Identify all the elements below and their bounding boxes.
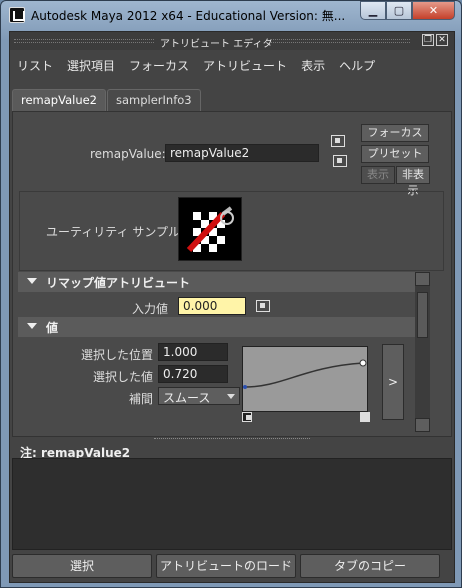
menu-list[interactable]: リスト — [10, 54, 60, 76]
scroll-up-arrow-icon[interactable] — [415, 272, 430, 286]
section-value[interactable]: 値 — [18, 317, 418, 337]
menu-show[interactable]: 表示 — [294, 54, 332, 76]
note-text-area[interactable] — [12, 458, 452, 550]
interpolation-label: 補間 — [128, 392, 153, 406]
preset-button[interactable]: プリセット — [361, 145, 429, 163]
output-connection-icon[interactable] — [333, 155, 347, 167]
menu-bar: リスト 選択項目 フォーカス アトリビュート 表示 ヘルプ — [10, 54, 382, 76]
maximize-button[interactable]: ▢ — [386, 1, 412, 20]
utility-sample-label: ユーティリティ サンプル — [46, 225, 181, 239]
tab-samplerinfo3[interactable]: samplerInfo3 — [107, 89, 201, 111]
menu-selected[interactable]: 選択項目 — [60, 54, 122, 76]
section-remap-attributes[interactable]: リマップ値アトリビュート — [18, 272, 418, 292]
ramp-point-right-handle-icon[interactable] — [360, 412, 370, 422]
value-ramp-graph[interactable] — [242, 346, 368, 412]
section-value-label: 値 — [46, 321, 59, 335]
close-button[interactable]: ✕ — [412, 1, 455, 20]
input-connection-icon[interactable] — [331, 135, 345, 147]
window-title: Autodesk Maya 2012 x64 - Educational Ver… — [31, 9, 346, 23]
input-value-map-icon[interactable] — [256, 300, 270, 312]
attribute-editor-panel: アトリビュート エディタ ❐ ✕ リスト 選択項目 フォーカス アトリビュート … — [9, 31, 455, 583]
menu-help[interactable]: ヘルプ — [332, 54, 382, 76]
panel-grip-left[interactable] — [14, 39, 154, 43]
panel-title-bar: アトリビュート エディタ ❐ ✕ — [10, 32, 454, 50]
menu-focus[interactable]: フォーカス — [122, 54, 196, 76]
scroll-thumb[interactable] — [417, 292, 428, 338]
swatch-area: ユーティリティ サンプル — [19, 191, 444, 271]
close-panel-icon[interactable]: ✕ — [436, 34, 448, 46]
hide-button[interactable]: 非表示 — [396, 166, 430, 197]
node-name-field[interactable]: remapValue2 — [165, 144, 319, 162]
open-ramp-editor-button[interactable]: > — [382, 344, 404, 420]
copy-tab-button[interactable]: タブのコピー — [300, 554, 440, 578]
panel-title: アトリビュート エディタ — [160, 39, 273, 50]
menu-attributes[interactable]: アトリビュート — [196, 54, 294, 76]
pane-splitter-grip[interactable] — [154, 438, 310, 441]
scroll-down-arrow-icon[interactable] — [415, 418, 430, 432]
input-value-field[interactable]: 0.000 — [178, 297, 246, 315]
node-tabs: remapValue2 samplerInfo3 — [12, 89, 202, 112]
show-button[interactable]: 表示 — [361, 166, 395, 184]
maya-app-icon — [9, 7, 25, 23]
interpolation-select[interactable]: スムース — [158, 387, 240, 405]
vertical-scrollbar[interactable] — [415, 272, 430, 432]
select-button[interactable]: 選択 — [12, 554, 152, 578]
selected-value-field[interactable]: 0.720 — [158, 365, 228, 383]
chevron-down-icon — [227, 394, 235, 399]
collapse-triangle-icon — [27, 323, 37, 329]
section-remap-attributes-label: リマップ値アトリビュート — [46, 276, 191, 290]
collapse-triangle-icon — [27, 278, 37, 284]
ramp-point-left-handle-icon[interactable] — [242, 412, 252, 422]
selected-value-label: 選択した値 — [92, 370, 153, 384]
load-attributes-button[interactable]: アトリビュートのロード — [156, 554, 296, 578]
title-bar[interactable]: Autodesk Maya 2012 x64 - Educational Ver… — [1, 1, 461, 29]
window-controls: ▁ ▢ ✕ — [360, 1, 455, 20]
focus-button[interactable]: フォーカス — [361, 124, 429, 142]
panel-grip-right[interactable] — [270, 39, 410, 43]
interpolation-value: スムース — [163, 391, 211, 405]
selected-position-field[interactable]: 1.000 — [158, 343, 228, 361]
node-type-label: remapValue: — [90, 147, 166, 161]
selected-position-label: 選択した位置 — [80, 348, 153, 362]
maya-window: Autodesk Maya 2012 x64 - Educational Ver… — [0, 0, 462, 588]
utility-swatch-icon[interactable] — [178, 197, 242, 261]
minimize-button[interactable]: ▁ — [360, 1, 386, 20]
float-panel-icon[interactable]: ❐ — [422, 34, 434, 46]
tab-remapvalue2[interactable]: remapValue2 — [12, 89, 106, 112]
input-value-label: 入力値 — [131, 302, 168, 316]
